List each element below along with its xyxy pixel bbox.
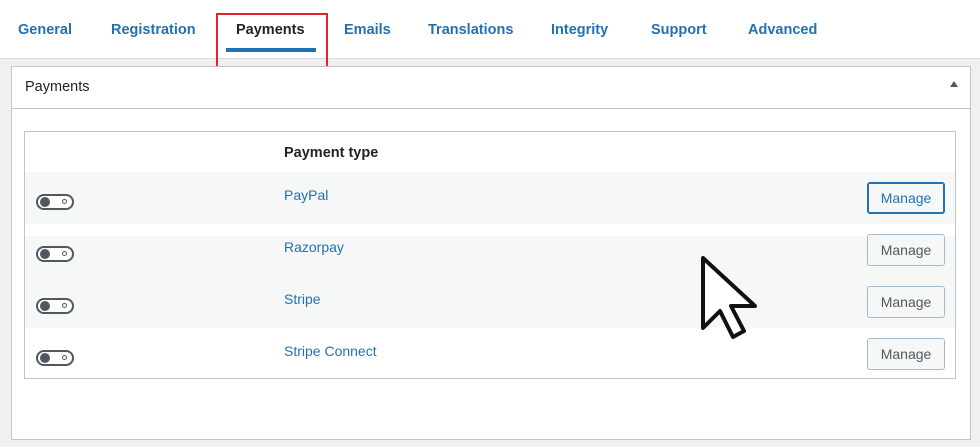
toggle-off-indicator (62, 303, 67, 308)
payment-name-stripe[interactable]: Stripe (284, 291, 321, 307)
table-row-paypal: PayPal Manage (25, 172, 955, 224)
annotation-highlight-box (216, 13, 328, 74)
enable-toggle-stripe-connect[interactable] (36, 350, 74, 366)
table-row-stripe: Stripe Manage (25, 276, 955, 328)
payment-types-table: Payment type PayPal Manage Razorpay Mana… (24, 131, 956, 379)
tab-support[interactable]: Support (651, 22, 707, 42)
toggle-knob (40, 353, 50, 363)
tab-advanced[interactable]: Advanced (748, 22, 817, 42)
tab-registration[interactable]: Registration (111, 22, 196, 42)
payment-name-stripe-connect[interactable]: Stripe Connect (284, 343, 377, 359)
mouse-pointer-icon (701, 256, 757, 339)
manage-button-stripe-connect[interactable]: Manage (867, 338, 945, 370)
payments-panel: Payments Payment type PayPal Manage Razo… (11, 66, 971, 440)
toggle-off-indicator (62, 251, 67, 256)
triangle-up-icon[interactable] (950, 81, 958, 87)
table-header: Payment type (25, 132, 955, 173)
payment-name-razorpay[interactable]: Razorpay (284, 239, 344, 255)
enable-toggle-razorpay[interactable] (36, 246, 74, 262)
tab-emails[interactable]: Emails (344, 22, 391, 42)
settings-tabs: General Registration Payments Emails Tra… (0, 0, 980, 59)
manage-button-razorpay[interactable]: Manage (867, 234, 945, 266)
toggle-knob (40, 197, 50, 207)
manage-button-paypal[interactable]: Manage (867, 182, 945, 214)
payment-name-paypal[interactable]: PayPal (284, 187, 328, 203)
tab-integrity[interactable]: Integrity (551, 22, 608, 42)
column-header-payment-type: Payment type (284, 145, 379, 161)
table-row-razorpay: Razorpay Manage (25, 224, 955, 276)
enable-toggle-paypal[interactable] (36, 194, 74, 210)
enable-toggle-stripe[interactable] (36, 298, 74, 314)
tab-general[interactable]: General (18, 22, 72, 42)
table-row-stripe-connect: Stripe Connect Manage (25, 328, 955, 380)
panel-title: Payments (25, 79, 90, 95)
toggle-off-indicator (62, 199, 67, 204)
panel-header[interactable]: Payments (12, 67, 970, 109)
manage-button-stripe[interactable]: Manage (867, 286, 945, 318)
toggle-off-indicator (62, 355, 67, 360)
tab-translations[interactable]: Translations (428, 22, 513, 42)
toggle-knob (40, 301, 50, 311)
toggle-knob (40, 249, 50, 259)
